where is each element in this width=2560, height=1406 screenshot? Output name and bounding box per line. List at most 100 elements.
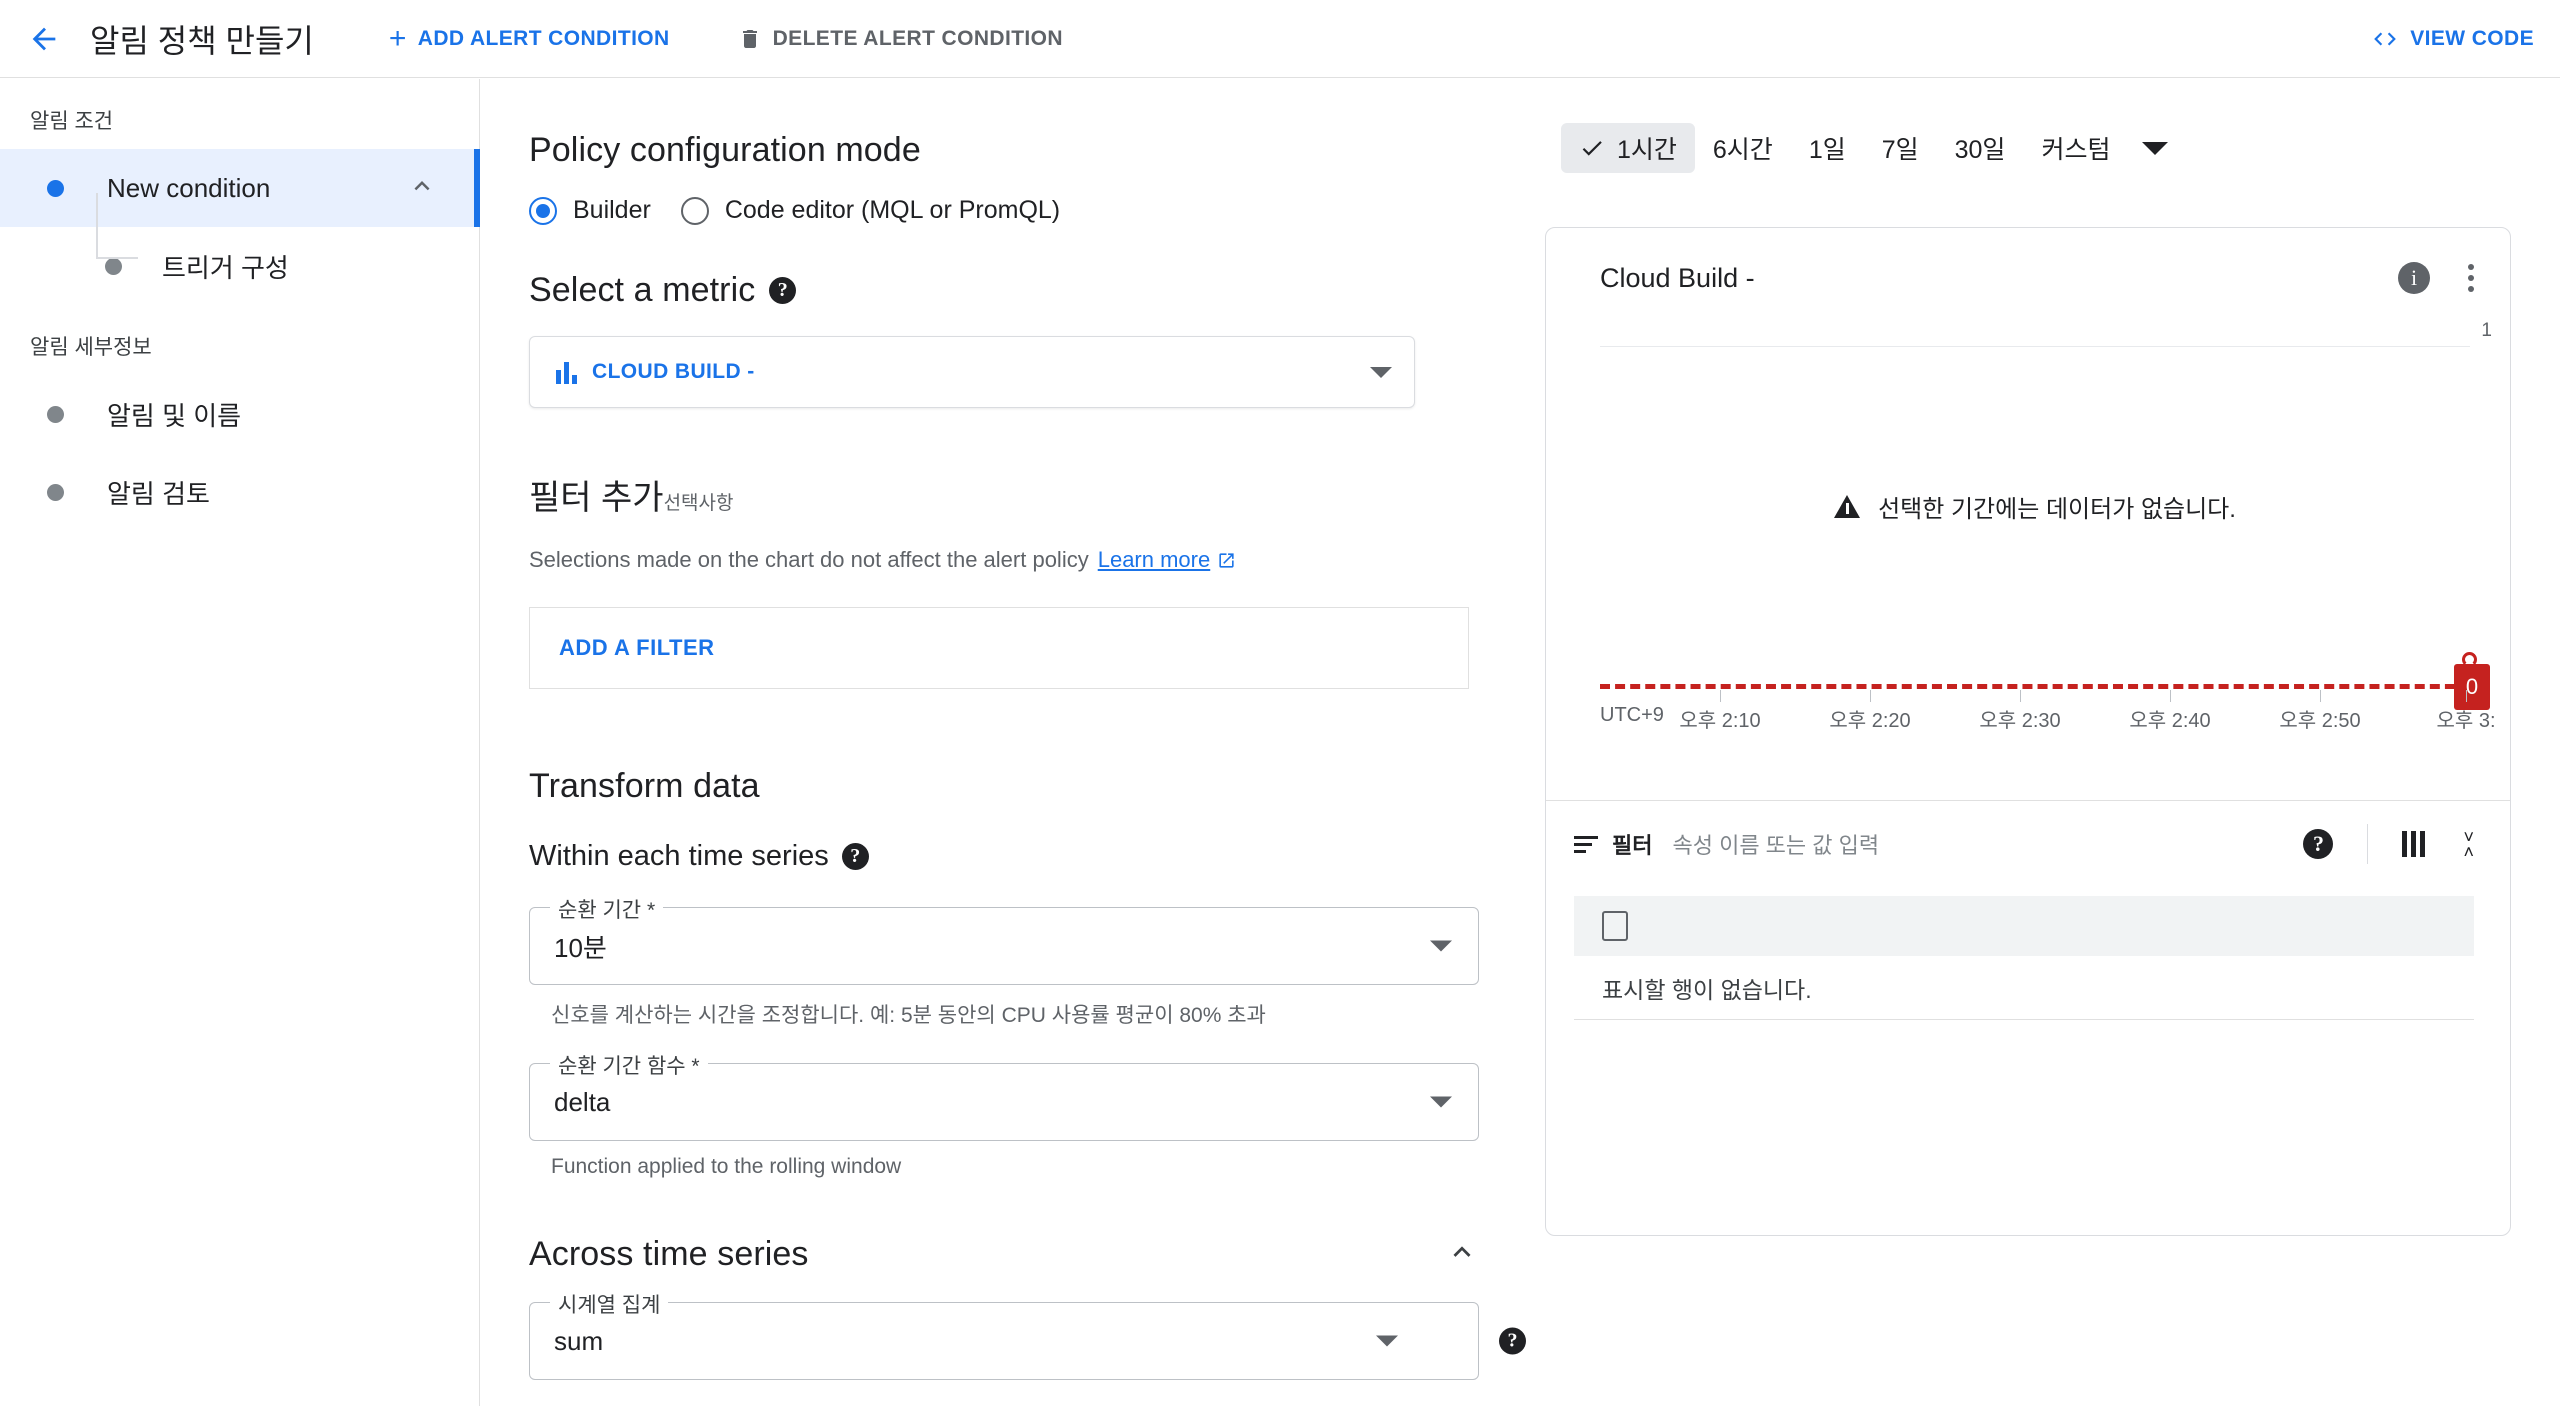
select-metric-heading: Select a metric ? (529, 271, 1541, 310)
sidebar-item-label: 알림 및 이름 (107, 400, 242, 431)
chevron-down-icon[interactable] (2142, 141, 2169, 155)
x-axis-tick-label: 오후 2:40 (2129, 710, 2211, 732)
x-axis-timezone-label: UTC+9 (1600, 704, 1664, 726)
select-metric-title: Select a metric (529, 271, 756, 309)
main-content: Policy configuration mode Builder Code e… (481, 79, 1541, 1406)
sidebar-item-notification-and-name[interactable]: 알림 및 이름 (0, 375, 479, 453)
column-settings-icon[interactable] (2402, 831, 2426, 857)
sidebar-group-alert-details: 알림 세부정보 (30, 336, 152, 359)
toolbar-divider (2367, 824, 2369, 864)
card-title: Cloud Build - (1600, 262, 1755, 293)
step-dot-icon (105, 257, 122, 275)
select-all-checkbox[interactable] (1602, 911, 1628, 941)
table-filter-input[interactable]: 속성 이름 또는 값 입력 (1672, 828, 1879, 860)
chevron-down-icon (1430, 940, 1452, 952)
info-icon[interactable]: i (2398, 262, 2430, 294)
time-series-aggregation-select[interactable]: 시계열 집계 sum ? (529, 1289, 1526, 1380)
rolling-window-function-help-text: Function applied to the rolling window (551, 1155, 902, 1178)
time-series-aggregation-label: 시계열 집계 (550, 1289, 669, 1319)
radio-circle-icon (529, 196, 557, 225)
trash-icon (742, 29, 757, 48)
chevron-up-icon[interactable] (1445, 1235, 1479, 1274)
range-chip-30d[interactable]: 30일 (1937, 123, 2024, 173)
x-axis-tick-label: 오후 3: (2436, 710, 2496, 732)
chart-plot-area: 1 선택한 기간에는 데이터가 없습니다. (1600, 320, 2492, 666)
time-series-aggregation-value: sum (554, 1325, 604, 1356)
view-code-button[interactable]: VIEW CODE (2372, 26, 2534, 52)
collapse-toggle-icon[interactable]: ˅ ˄ (2463, 828, 2474, 861)
filter-icon[interactable] (1574, 835, 1598, 853)
within-each-time-series-title: Within each time series (529, 840, 829, 872)
sidebar-item-review-alert[interactable]: 알림 검토 (0, 453, 479, 531)
sidebar-item-label: New condition (107, 172, 271, 203)
range-chip-label: 커스텀 (2041, 136, 2111, 164)
radio-builder-label: Builder (573, 196, 651, 224)
range-chip-6h[interactable]: 6시간 (1695, 123, 1791, 173)
radio-builder[interactable]: Builder (529, 196, 651, 225)
range-chip-custom[interactable]: 커스텀 (2023, 123, 2128, 173)
chevron-down-icon (1376, 1335, 1398, 1347)
sidebar-group-alert-condition: 알림 조건 (30, 110, 114, 133)
chart-selection-note: Selections made on the chart do not affe… (529, 547, 1541, 573)
add-filter-heading: 필터 추가 선택사항 (529, 470, 1541, 519)
range-chip-label: 6시간 (1712, 136, 1773, 164)
help-icon[interactable]: ? (1499, 1327, 1526, 1355)
add-filter-title: 필터 추가 (529, 479, 664, 517)
x-axis-tick-label: 오후 2:30 (1979, 710, 2061, 732)
help-icon[interactable]: ? (769, 277, 797, 304)
warning-triangle-icon (1834, 494, 1861, 518)
y-axis-tick-label: 1 (2481, 320, 2492, 341)
time-range-selector: 1시간 6시간 1일 7일 30일 커스텀 (1541, 79, 2560, 173)
radio-code-editor-label: Code editor (MQL or PromQL) (724, 196, 1061, 224)
within-each-time-series-heading: Within each time series ? (529, 840, 1541, 873)
policy-configuration-mode-heading: Policy configuration mode (529, 131, 921, 169)
add-a-filter-button[interactable]: ADD A FILTER (529, 607, 1469, 689)
transform-data-heading: Transform data (529, 767, 760, 805)
help-icon[interactable]: ? (841, 843, 869, 870)
radio-code-editor[interactable]: Code editor (MQL or PromQL) (680, 196, 1061, 225)
table-header-row (1574, 896, 2474, 956)
step-dot-icon (47, 179, 64, 197)
metric-select[interactable]: CLOUD BUILD - (529, 336, 1415, 408)
check-icon (1582, 141, 1602, 156)
across-time-series-heading: Across time series (529, 1235, 809, 1273)
learn-more-link[interactable]: Learn more (1098, 547, 1237, 573)
threshold-line[interactable] (1600, 684, 2470, 689)
more-options-icon[interactable] (2468, 264, 2474, 292)
x-axis-tick-label: 오후 2:50 (2279, 710, 2361, 732)
chevron-up-icon[interactable] (407, 171, 437, 206)
sidebar-item-new-condition[interactable]: New condition (0, 149, 480, 227)
chevron-down-icon (1430, 1096, 1452, 1108)
add-alert-condition-button[interactable]: + ADD ALERT CONDITION (388, 21, 670, 55)
rolling-window-function-select[interactable]: 순환 기간 함수 * delta (529, 1050, 1479, 1141)
range-chip-7d[interactable]: 7일 (1864, 123, 1937, 173)
rolling-window-value: 10분 (554, 932, 607, 963)
radio-circle-icon (680, 196, 709, 225)
chart-x-axis: UTC+9 오후 2:10 오후 2:20 오후 2:30 오후 2:40 오후… (1600, 690, 2500, 732)
back-button[interactable] (22, 17, 66, 61)
range-chip-1h[interactable]: 1시간 (1561, 123, 1695, 173)
add-alert-condition-label: ADD ALERT CONDITION (417, 26, 670, 50)
step-dot-icon (47, 405, 64, 423)
rolling-window-function-label: 순환 기간 함수 * (550, 1050, 708, 1080)
left-sidebar: 알림 조건 New condition 트리거 구성 알림 세부정보 알림 및 … (0, 79, 480, 1406)
sidebar-item-label: 알림 검토 (107, 478, 210, 509)
table-toolbar: 필터 속성 이름 또는 값 입력 ? ˅ ˄ (1546, 800, 2510, 888)
x-axis-tick-label: 오후 2:20 (1829, 710, 1911, 732)
x-axis-tick-label: 오후 2:10 (1679, 710, 1761, 732)
rolling-window-select[interactable]: 순환 기간 * 10분 (529, 894, 1479, 985)
card-header: Cloud Build - i (1546, 228, 2510, 294)
sidebar-item-trigger-config[interactable]: 트리거 구성 (0, 193, 479, 305)
rolling-window-label: 순환 기간 * (550, 894, 664, 924)
help-icon[interactable]: ? (2303, 829, 2334, 859)
plus-icon: + (388, 21, 407, 55)
arrow-left-icon (32, 27, 56, 50)
no-data-message: 선택한 기간에는 데이터가 없습니다. (1600, 346, 2470, 666)
delete-alert-condition-button[interactable]: DELETE ALERT CONDITION (738, 27, 1063, 51)
step-dot-icon (47, 483, 64, 501)
rolling-window-function-value: delta (554, 1086, 611, 1117)
range-chip-1d[interactable]: 1일 (1791, 123, 1864, 173)
range-chip-label: 1시간 (1617, 136, 1677, 164)
add-filter-optional-tag: 선택사항 (663, 493, 734, 514)
table-filter-label: 필터 (1612, 833, 1653, 858)
